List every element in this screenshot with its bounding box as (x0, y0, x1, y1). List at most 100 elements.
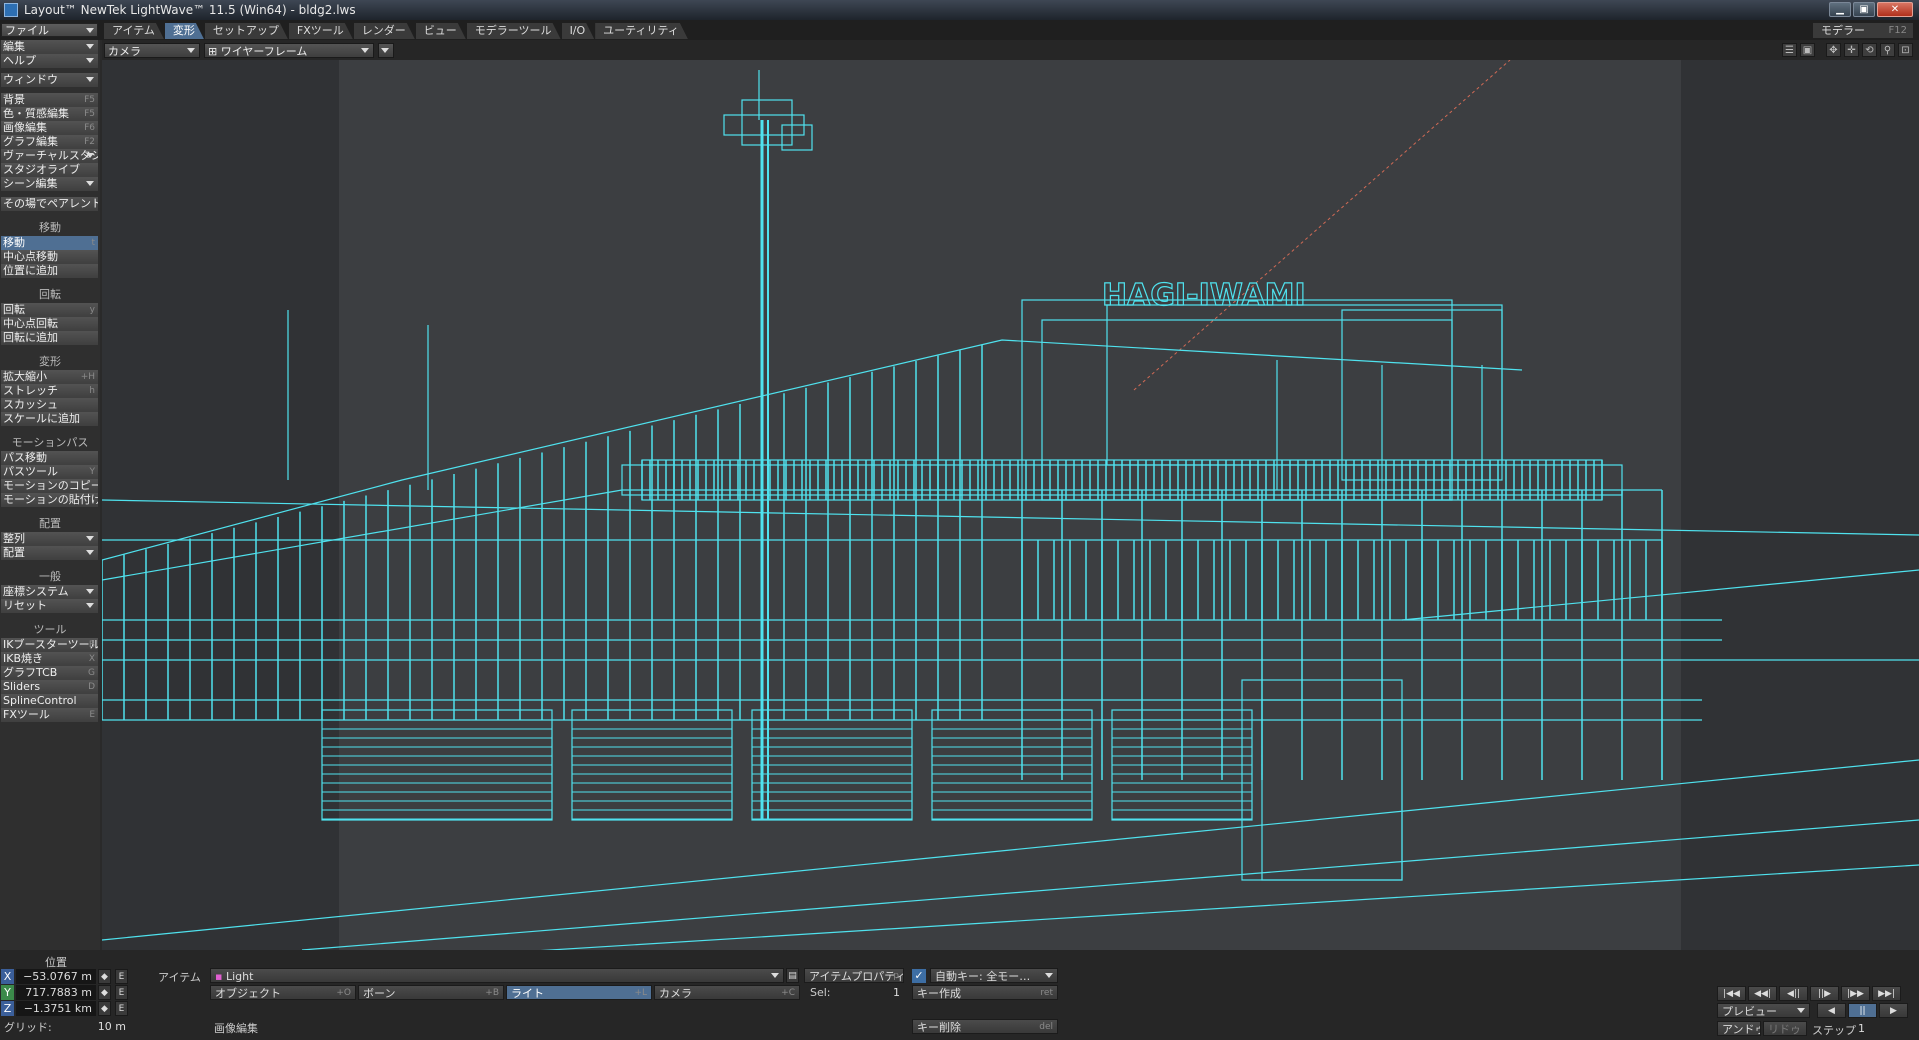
stretch-tool-button[interactable]: ストレッチ h (1, 384, 98, 398)
surface-editor-button[interactable]: 色・質感編集 F5 (1, 107, 98, 121)
first-frame-button[interactable]: |◀◀ (1717, 986, 1746, 1001)
maximize-viewport-icon[interactable]: ▣ (1800, 43, 1815, 57)
file-menu[interactable]: ファイル (1, 23, 98, 37)
next-frame-button[interactable]: ||▶ (1810, 986, 1839, 1001)
modeler-button[interactable]: モデラー F12 (1813, 23, 1913, 38)
previous-frame-button[interactable]: ◀|| (1779, 986, 1808, 1001)
next-key-button[interactable]: |▶▶ (1841, 986, 1870, 1001)
item-list-icon[interactable]: ▤ (786, 968, 799, 983)
rotate-pivot-button[interactable]: 中心点回転 (1, 317, 98, 331)
add-to-position-button[interactable]: 位置に追加 (1, 264, 98, 278)
image-editor-button[interactable]: 画像編集 F6 (1, 121, 98, 135)
spline-control-button[interactable]: SplineControl (1, 694, 98, 708)
view-options-button[interactable] (378, 43, 394, 58)
path-tool-button[interactable]: パスツール Y (1, 465, 98, 479)
move-tool-button[interactable]: 移動 t (1, 236, 98, 250)
ik-bake-button[interactable]: IKB焼き X (1, 652, 98, 666)
y-axis-toggle[interactable]: Y (1, 985, 14, 1000)
bones-button[interactable]: ボーン +B (358, 985, 504, 1000)
help-menu[interactable]: ヘルプ (1, 54, 98, 68)
arrange-menu[interactable]: 配置 (1, 546, 98, 560)
pan-icon[interactable]: ✥ (1826, 43, 1841, 57)
parent-in-place-button[interactable]: その場でペアレント (1, 197, 98, 211)
graph-tcb-button[interactable]: グラフTCB G (1, 666, 98, 680)
maximize-button[interactable]: ▣ (1853, 2, 1875, 17)
edit-menu[interactable]: 編集 (1, 40, 98, 54)
title-bar: Layout™ NewTek LightWave™ 11.5 (Win64) -… (0, 0, 1919, 20)
paste-motion-button[interactable]: モーションの貼付け (1, 493, 98, 507)
redo-button[interactable]: リドゥ (1763, 1021, 1807, 1036)
item-properties-button[interactable]: アイテムプロパティ p (804, 968, 904, 983)
y-position-field[interactable]: 717.7883 m (16, 985, 96, 1000)
virtual-studio-menu[interactable]: ヴァーチャルスタジオ (1, 149, 98, 163)
list-icon[interactable]: ☰ (1782, 43, 1797, 57)
path-move-button[interactable]: パス移動 (1, 451, 98, 465)
tab-modeler-tools[interactable]: モデラーツール (467, 23, 561, 39)
move-pivot-button[interactable]: 中心点移動 (1, 250, 98, 264)
previous-key-button[interactable]: ◀◀| (1748, 986, 1777, 1001)
tab-utilities[interactable]: ユーティリティ (595, 23, 688, 39)
minimize-button[interactable]: ▁ (1829, 2, 1851, 17)
auto-key-select[interactable]: 自動キー: 全モー… (930, 968, 1058, 983)
window-menu[interactable]: ウィンドウ (1, 73, 98, 87)
align-menu[interactable]: 整列 (1, 532, 98, 546)
undo-button[interactable]: アンドゥ (1717, 1021, 1761, 1036)
rotate-view-icon[interactable]: ⟲ (1862, 43, 1877, 57)
tab-io[interactable]: I/O (562, 23, 595, 39)
auto-key-checkbox[interactable]: ✓ (912, 969, 926, 983)
size-tool-button[interactable]: 拡大縮小 +H (1, 370, 98, 384)
y-step-arrows-icon[interactable]: ◆ (98, 985, 111, 1000)
lightwave-app-icon[interactable] (4, 3, 18, 17)
objects-button[interactable]: オブジェクト +O (210, 985, 356, 1000)
create-key-button[interactable]: キー作成 ret (912, 985, 1058, 1000)
tab-setup[interactable]: セットアップ (205, 23, 288, 39)
shortcut-key: +C (781, 988, 795, 998)
add-to-rotation-button[interactable]: 回転に追加 (1, 331, 98, 345)
coord-system-menu[interactable]: 座標システム (1, 585, 98, 599)
reset-menu[interactable]: リセット (1, 599, 98, 613)
rotate-tool-button[interactable]: 回転 y (1, 303, 98, 317)
squash-tool-button[interactable]: スカッシュ (1, 398, 98, 412)
cameras-button[interactable]: カメラ +C (654, 985, 800, 1000)
scene-editor-menu[interactable]: シーン編集 (1, 177, 98, 191)
fit-view-icon[interactable]: ⊡ (1898, 43, 1913, 57)
tab-fx-tools[interactable]: FXツール (289, 23, 353, 39)
add-to-scale-button[interactable]: スケールに追加 (1, 412, 98, 426)
copy-motion-button[interactable]: モーションのコピー (1, 479, 98, 493)
grid-size-value[interactable]: 10 m (60, 1019, 130, 1034)
z-step-arrows-icon[interactable]: ◆ (98, 1001, 111, 1016)
background-button[interactable]: 背景 F5 (1, 93, 98, 107)
graph-editor-button[interactable]: グラフ編集 F2 (1, 135, 98, 149)
x-axis-toggle[interactable]: X (1, 969, 14, 984)
z-position-field[interactable]: −1.3751 km (16, 1001, 96, 1016)
zoom-icon[interactable]: ⚲ (1880, 43, 1895, 57)
fx-tool-button[interactable]: FXツール E (1, 708, 98, 722)
y-envelope-button[interactable]: E (115, 985, 128, 1000)
tab-items[interactable]: アイテム (104, 23, 164, 39)
step-value-field[interactable]: 1 (1850, 1021, 1912, 1036)
z-envelope-button[interactable]: E (115, 1001, 128, 1016)
tab-modify[interactable]: 変形 (165, 23, 204, 39)
play-button[interactable]: ▶ (1879, 1003, 1908, 1018)
x-envelope-button[interactable]: E (115, 969, 128, 984)
x-step-arrows-icon[interactable]: ◆ (98, 969, 111, 984)
play-reverse-button[interactable]: ◀ (1817, 1003, 1846, 1018)
delete-key-button[interactable]: キー削除 del (912, 1019, 1058, 1034)
last-frame-button[interactable]: ▶▶| (1872, 986, 1901, 1001)
current-item-select[interactable]: ▪ Light (210, 968, 784, 983)
preview-select[interactable]: プレビュー (1717, 1003, 1810, 1018)
ik-booster-button[interactable]: IKブースターツール B (1, 638, 98, 652)
z-axis-toggle[interactable]: Z (1, 1001, 14, 1016)
studio-live-button[interactable]: スタジオライブ (1, 163, 98, 177)
render-mode-select[interactable]: ⊞ ワイヤーフレーム (204, 43, 374, 58)
tab-render[interactable]: レンダー (354, 23, 415, 39)
move-view-icon[interactable]: ✛ (1844, 43, 1859, 57)
tab-view[interactable]: ビュー (416, 23, 466, 39)
close-button[interactable]: ✕ (1877, 2, 1913, 17)
sliders-button[interactable]: Sliders D (1, 680, 98, 694)
x-position-field[interactable]: −53.0767 m (16, 969, 96, 984)
pause-button[interactable]: || (1848, 1003, 1877, 1018)
view-type-select[interactable]: カメラ (104, 43, 200, 58)
lights-button[interactable]: ライト +L (506, 985, 652, 1000)
3d-viewport[interactable]: HAGI-IWAMI (102, 60, 1919, 953)
